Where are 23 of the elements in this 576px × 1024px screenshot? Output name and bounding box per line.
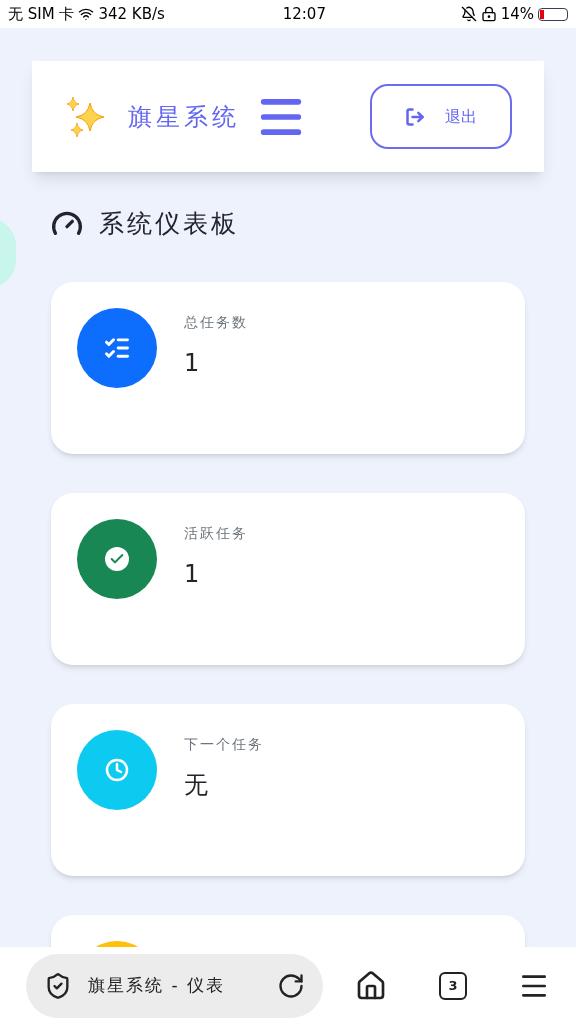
mute-icon — [460, 6, 477, 22]
stat-value: 1 — [184, 558, 201, 590]
battery-percent: 14% — [500, 3, 534, 25]
home-icon[interactable] — [355, 969, 387, 1002]
tabs-button[interactable]: 3 — [439, 971, 467, 1000]
logout-button[interactable]: 退出 — [370, 84, 512, 149]
stat-label: 下一个任务 — [184, 734, 264, 754]
page-title: 旗星系统 - 仪表 — [88, 973, 226, 997]
address-bar[interactable]: 旗星系统 - 仪表 — [26, 953, 323, 1018]
clock-icon — [105, 757, 129, 782]
stat-label: 活跃任务 — [184, 523, 248, 543]
stat-value: 无 — [184, 769, 209, 801]
logout-icon — [405, 106, 425, 127]
app-title: 旗星系统 — [128, 101, 240, 133]
clock-time: 12:07 — [282, 3, 326, 25]
wifi-icon — [78, 6, 95, 22]
carrier-text: 无 SIM 卡 — [8, 3, 75, 25]
reload-icon[interactable] — [277, 971, 305, 1000]
stat-value: 1 — [184, 347, 201, 379]
section-title: 系统仪表板 — [99, 208, 239, 240]
stat-label: 总任务数 — [184, 312, 248, 332]
battery-icon — [538, 7, 568, 21]
network-speed: 342 KB/s — [98, 3, 165, 25]
